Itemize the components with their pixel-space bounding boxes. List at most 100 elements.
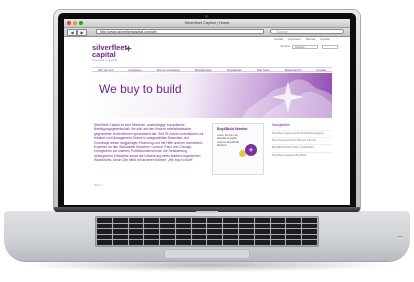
- keyboard-key: [207, 218, 223, 223]
- utility-link-sitemap[interactable]: Sitemap: [306, 38, 316, 41]
- key-grid: [97, 218, 317, 245]
- main-menu: Wer wir sind Investoren Wie wir investie…: [92, 67, 332, 72]
- intro-paragraph: Silverfleet Capital ist eine führende, u…: [94, 123, 204, 163]
- buy-build-monitor-box[interactable]: Buy&Build Monitor Lesen Sie hier die akt…: [212, 123, 264, 175]
- keyboard-key: [160, 229, 175, 234]
- keyboard-key: [97, 218, 112, 223]
- laptop-notch: [196, 211, 218, 213]
- keyboard-key: [128, 223, 144, 229]
- keyboard-key: [191, 223, 207, 229]
- menu-item-how-we-invest[interactable]: Wie wir investieren: [157, 68, 180, 72]
- keyboard-key: [144, 218, 160, 223]
- keyboard-key: [239, 218, 254, 223]
- keyboard-key: [270, 218, 286, 223]
- laptop-screen: Silverfleet Capital | Home ◀ ▶ http://ww…: [64, 19, 350, 205]
- menu-item-news[interactable]: Neuigkeiten: [227, 68, 242, 72]
- sleep-indicator: [398, 236, 402, 237]
- hero-star-icon: [272, 81, 304, 113]
- camera-icon: [205, 15, 208, 18]
- utility-link-imprint[interactable]: Impressum: [288, 38, 301, 41]
- keyboard: [95, 216, 319, 247]
- browser-search-input[interactable]: Google: [270, 29, 344, 34]
- keyboard-key: [207, 223, 223, 229]
- menu-item-team[interactable]: Das Team: [257, 68, 270, 72]
- keyboard-key: [128, 234, 144, 240]
- keyboard-key: [239, 240, 254, 245]
- keyboard-key: [239, 223, 254, 229]
- keyboard-key: [160, 223, 175, 229]
- keyboard-key: [207, 240, 223, 245]
- box-title: Buy&Build Monitor: [217, 127, 248, 131]
- keyboard-key: [286, 240, 302, 245]
- keyboard-key: [254, 218, 270, 223]
- keyboard-key: [175, 218, 191, 223]
- back-button[interactable]: ◀: [67, 29, 77, 36]
- box-text: Lesen Sie hier die aktuelle Ausgabe unse…: [217, 134, 239, 147]
- keyboard-key: [239, 229, 254, 234]
- plus-icon: +: [248, 145, 254, 155]
- trackpad[interactable]: [164, 249, 250, 259]
- news-sidebar: Neuigkeiten Silverfleet Capital erwirbt …: [272, 123, 332, 159]
- keyboard-key: [191, 234, 207, 240]
- keyboard-key: [175, 234, 191, 240]
- keyboard-key: [270, 223, 286, 229]
- news-item[interactable]: Neue Partnerschaft im Bereich Industrie: [272, 137, 332, 144]
- keyboard-key: [160, 218, 175, 223]
- utility-link-contact[interactable]: Kontakt: [274, 38, 283, 41]
- utility-links: Kontakt Impressum Sitemap Drucken: [274, 38, 330, 41]
- keyboard-key: [160, 234, 175, 240]
- keyboard-key: [270, 240, 286, 245]
- keyboard-key: [223, 240, 239, 245]
- menu-item-who-we-are[interactable]: Wer wir sind: [98, 68, 113, 72]
- utility-link-print[interactable]: Drucken: [320, 38, 330, 41]
- keyboard-key: [286, 223, 302, 229]
- keyboard-key: [175, 229, 191, 234]
- address-bar[interactable]: http://www.silverfleetcapital.com/de/: [96, 29, 264, 34]
- keyboard-key: [128, 240, 144, 245]
- hero-banner: We buy to build: [92, 73, 332, 118]
- keyboard-key: [302, 229, 317, 234]
- site-search-input[interactable]: [322, 45, 338, 49]
- news-item[interactable]: Silverfleet Capital erwirbt Mehrheitsbet…: [272, 130, 332, 137]
- menu-item-media[interactable]: Medienarchiv: [285, 68, 302, 72]
- keyboard-key: [175, 240, 191, 245]
- site-logo[interactable]: silverfleet capital Investing in growth: [92, 43, 152, 65]
- forward-button[interactable]: ▶: [77, 29, 87, 36]
- keyboard-key: [144, 223, 160, 229]
- keyboard-key: [223, 223, 239, 229]
- keyboard-key: [254, 229, 270, 234]
- more-link[interactable]: Mehr >>: [94, 184, 104, 187]
- keyboard-key: [144, 240, 160, 245]
- keyboard-key: [97, 223, 112, 229]
- keyboard-key: [302, 240, 317, 245]
- language-select[interactable]: Deutsch: [292, 45, 318, 49]
- web-page: Kontakt Impressum Sitemap Drucken silver…: [64, 37, 350, 205]
- logo-tagline: Investing in growth: [92, 59, 118, 62]
- keyboard-key: [191, 218, 207, 223]
- keyboard-key: [254, 234, 270, 240]
- keyboard-key: [302, 218, 317, 223]
- menu-item-portfolio[interactable]: Beteiligungen: [195, 68, 212, 72]
- keyboard-key: [191, 229, 207, 234]
- browser-titlebar: Silverfleet Capital | Home: [64, 19, 350, 28]
- language-label: Sprache: [280, 45, 290, 48]
- keyboard-key: [254, 223, 270, 229]
- news-title: Neuigkeiten: [272, 123, 290, 127]
- keyboard-key: [191, 240, 207, 245]
- logo-wordmark: silverfleet capital: [92, 43, 128, 59]
- menu-item-contact[interactable]: Kontakt: [316, 68, 326, 72]
- keyboard-key: [270, 234, 286, 240]
- hero-title: We buy to build: [99, 82, 182, 96]
- keyboard-key: [207, 234, 223, 240]
- keyboard-key: [112, 229, 128, 234]
- keyboard-key: [128, 218, 144, 223]
- keyboard-key: [302, 223, 317, 229]
- news-item[interactable]: Silverfleet Capital eröffnet Büro: [272, 151, 332, 159]
- browser-toolbar: ◀ ▶ http://www.silverfleetcapital.com/de…: [64, 28, 350, 37]
- window-title: Silverfleet Capital | Home: [184, 20, 230, 25]
- news-item[interactable]: Buy&Build Monitor 2012 veröffentlicht: [272, 144, 332, 151]
- keyboard-key: [207, 229, 223, 234]
- menu-item-investors[interactable]: Investoren: [128, 68, 141, 72]
- keyboard-key: [175, 223, 191, 229]
- keyboard-key: [97, 234, 112, 240]
